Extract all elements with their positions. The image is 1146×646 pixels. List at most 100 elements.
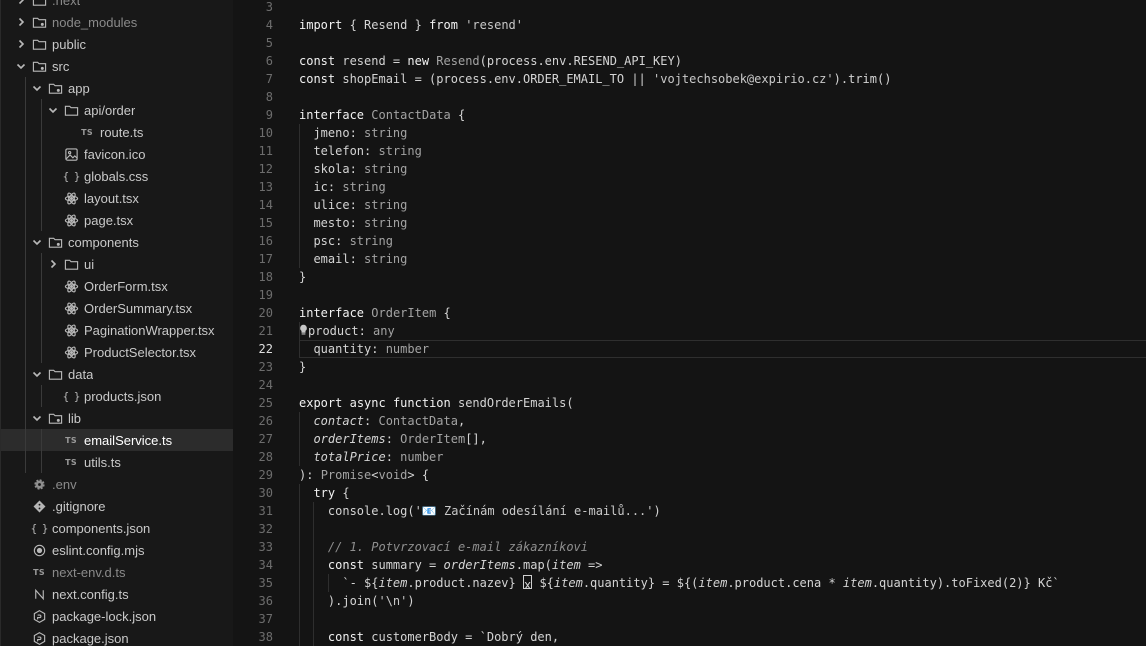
code-line[interactable]: email: string [299, 250, 407, 268]
folder-row-lib[interactable]: lib [1, 407, 233, 429]
file-row-paginationwrapper-tsx[interactable]: PaginationWrapper.tsx [1, 319, 233, 341]
code-line[interactable]: mesto: string [299, 214, 407, 232]
code-line[interactable]: } [299, 358, 306, 376]
code-line[interactable]: } [299, 268, 306, 286]
code-line[interactable]: console.log('📧 Začínám odesílání e-mailů… [299, 502, 661, 520]
tree-item-label: .gitignore [52, 498, 106, 514]
code-line[interactable]: psc: string [299, 232, 393, 250]
folder-row-node-modules[interactable]: node_modules [1, 11, 233, 33]
lightbulb-icon[interactable] [299, 323, 308, 335]
tree-item-label: globals.css [84, 168, 149, 184]
folder-row-data[interactable]: data [1, 363, 233, 385]
folder-row-next[interactable]: .next [1, 0, 233, 11]
code-text: jmeno: string [299, 126, 408, 140]
chevron-down-icon[interactable] [45, 102, 61, 118]
tree-item-label: eslint.config.mjs [52, 542, 145, 558]
line-number: 32 [258, 522, 273, 536]
chevron-down-icon[interactable] [29, 80, 45, 96]
code-line[interactable]: contact: ContactData, [299, 412, 465, 430]
chevron-right-icon[interactable] [13, 36, 29, 52]
code-line[interactable]: // 1. Potvrzovací e-mail zákazníkovi [299, 538, 588, 556]
file-row-components-json[interactable]: { } components.json [1, 517, 233, 539]
chevron-right-icon[interactable] [13, 0, 29, 8]
code-line[interactable]: const shopEmail = (process.env.ORDER_EMA… [299, 70, 891, 88]
code-line[interactable]: interface ContactData { [299, 106, 465, 124]
code-line[interactable]: const summary = orderItems.map(item => [299, 556, 603, 574]
code-line[interactable]: try { [299, 484, 349, 502]
circle-file-icon [31, 542, 47, 558]
folder-row-app[interactable]: app [1, 77, 233, 99]
code-line[interactable]: ic: string [299, 178, 386, 196]
file-row-orderform-tsx[interactable]: OrderForm.tsx [1, 275, 233, 297]
file-row-next-env-d-ts[interactable]: TS next-env.d.ts [1, 561, 233, 583]
indent-guide [41, 385, 42, 407]
file-row-ordersummary-tsx[interactable]: OrderSummary.tsx [1, 297, 233, 319]
code-editor[interactable]: 3 4 5 6 7 8 9 10 11 12 13 14 15 16 17 18 19 20 21 22 23 24 25 2… [233, 0, 1146, 646]
code-line[interactable]: ulice: string [299, 196, 407, 214]
folder-special-icon [31, 14, 47, 30]
code-area[interactable]: import { Resend } from 'resend' const res… [299, 0, 1146, 646]
code-line[interactable]: const customerBody = `Dobrý den, [299, 628, 559, 646]
ts-file-icon: TS [65, 435, 77, 445]
code-line[interactable]: orderItems: OrderItem[], [299, 430, 486, 448]
folder-row-public[interactable]: public [1, 33, 233, 55]
file-row-env[interactable]: .env [1, 473, 233, 495]
file-row-next-config-ts[interactable]: next.config.ts [1, 583, 233, 605]
file-row-route-ts[interactable]: TS route.ts [1, 121, 233, 143]
chevron-right-icon[interactable] [13, 14, 29, 30]
code-line[interactable]: product: any [299, 322, 395, 340]
current-line-highlight [299, 340, 1146, 358]
file-row-productselector-tsx[interactable]: ProductSelector.tsx [1, 341, 233, 363]
chevron-down-icon[interactable] [29, 366, 45, 382]
tree-item-label: .next [52, 0, 81, 8]
tree-item-label: route.ts [100, 124, 144, 140]
file-row-emailservice-ts[interactable]: TS emailService.ts [1, 429, 233, 451]
code-line[interactable]: totalPrice: number [299, 448, 443, 466]
file-row-products-json[interactable]: { } products.json [1, 385, 233, 407]
file-row-favicon-ico[interactable]: favicon.ico [1, 143, 233, 165]
react-file-icon [63, 300, 79, 316]
code-line[interactable]: ).join('\n') [299, 592, 415, 610]
file-row-page-tsx[interactable]: page.tsx [1, 209, 233, 231]
chevron-right-icon[interactable] [45, 256, 61, 272]
file-row-eslint-config-mjs[interactable]: eslint.config.mjs [1, 539, 233, 561]
chevron-down-icon[interactable] [13, 58, 29, 74]
code-line[interactable]: export async function sendOrderEmails( [299, 394, 574, 412]
code-line[interactable]: interface OrderItem { [299, 304, 451, 322]
code-line[interactable]: telefon: string [299, 142, 421, 160]
folder-row-api-order[interactable]: api/order [1, 99, 233, 121]
folder-icon [63, 102, 79, 118]
chevron-down-icon[interactable] [29, 234, 45, 250]
indent-guide [41, 253, 42, 363]
code-line[interactable]: `- ${item.product.nazev} x ${item.quanti… [299, 574, 1060, 592]
tree-item-label: ProductSelector.tsx [84, 344, 196, 360]
folder-special-icon [47, 80, 63, 96]
folder-row-components[interactable]: components [1, 231, 233, 253]
react-file-icon [63, 190, 79, 206]
file-explorer: .next node_modules public src app api/order TS… [0, 0, 233, 646]
code-line[interactable]: ): Promise<void> { [299, 466, 429, 484]
folder-row-src[interactable]: src [1, 55, 233, 77]
code-line[interactable]: const resend = new Resend(process.env.RE… [299, 52, 682, 70]
ts-file-icon: TS [33, 567, 45, 577]
code-text: ic: string [299, 180, 386, 194]
tree-item-label: ui [84, 256, 95, 272]
file-row-package-json[interactable]: package.json [1, 627, 233, 646]
file-row-gitignore[interactable]: .gitignore [1, 495, 233, 517]
code-line[interactable]: skola: string [299, 160, 407, 178]
file-row-utils-ts[interactable]: TS utils.ts [1, 451, 233, 473]
ts-file-icon: TS [81, 127, 93, 137]
code-text: const customerBody = `Dobrý den, [327, 630, 560, 644]
file-row-globals-css[interactable]: { } globals.css [1, 165, 233, 187]
folder-row-ui[interactable]: ui [1, 253, 233, 275]
tree-item-label: OrderSummary.tsx [84, 300, 193, 316]
line-number: 30 [258, 486, 273, 500]
tree-item-label: page.tsx [84, 212, 134, 228]
code-line[interactable]: import { Resend } from 'resend' [299, 16, 523, 34]
file-row-layout-tsx[interactable]: layout.tsx [1, 187, 233, 209]
chevron-down-icon[interactable] [29, 410, 45, 426]
code-line[interactable]: jmeno: string [299, 124, 407, 142]
file-row-package-lock-json[interactable]: package-lock.json [1, 605, 233, 627]
indent-guide [41, 429, 42, 473]
indent-guide [41, 99, 42, 231]
